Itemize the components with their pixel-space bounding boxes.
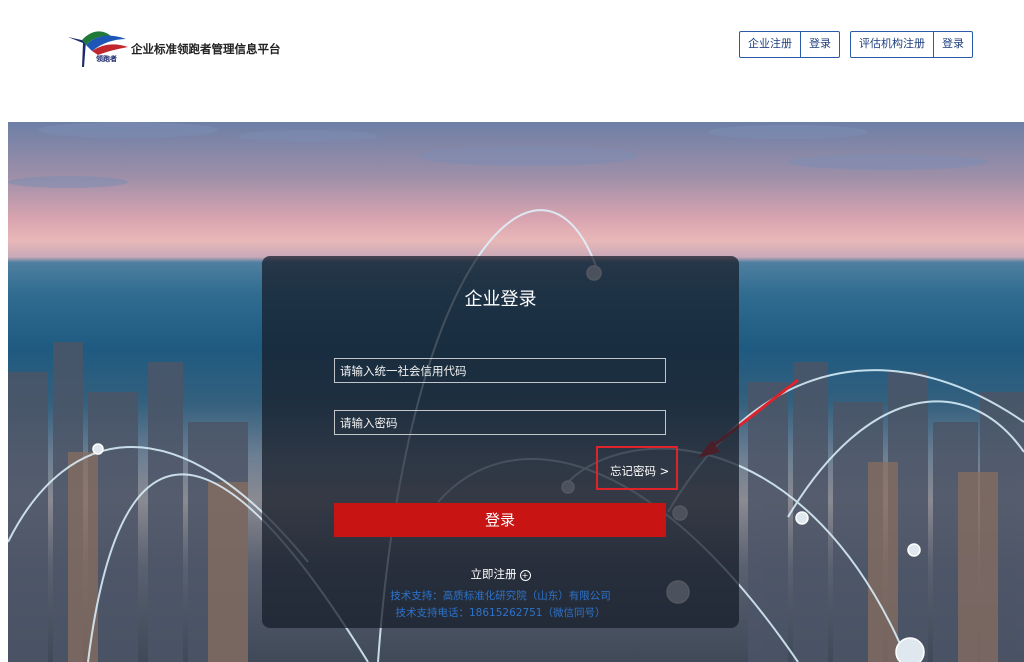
logo-subtitle: 领跑者 (96, 55, 117, 63)
support-phone-text: 技术支持电话：18615262751（微信同号） (395, 607, 606, 619)
register-link[interactable]: 立即注册 + (262, 566, 739, 582)
enterprise-login-button[interactable]: 登录 (800, 32, 839, 57)
enterprise-register-button[interactable]: 企业注册 (740, 32, 800, 57)
site-title: 企业标准领跑者管理信息平台 (131, 42, 281, 56)
enterprise-button-group: 企业注册 登录 (739, 31, 840, 58)
password-input[interactable] (334, 410, 666, 435)
agency-register-button[interactable]: 评估机构注册 (851, 32, 933, 57)
agency-login-button[interactable]: 登录 (933, 32, 972, 57)
forgot-password-highlight-box (596, 446, 678, 490)
support-company-text: 技术支持：高质标准化研究院（山东）有限公司 (390, 590, 611, 602)
register-label: 立即注册 (470, 567, 517, 581)
agency-button-group: 评估机构注册 登录 (850, 31, 973, 58)
login-card: 企业登录 忘记密码 > 登录 立即注册+ 技术支持：高质标准化研究院（山东）有限… (262, 256, 739, 628)
login-button[interactable]: 登录 (334, 503, 666, 537)
flag-logo-icon[interactable] (64, 27, 134, 71)
login-title: 企业登录 (464, 289, 537, 310)
header: 领跑者 企业标准领跑者管理信息平台 企业注册 登录 评估机构注册 登录 (0, 0, 1024, 122)
page: 领跑者 企业标准领跑者管理信息平台 企业注册 登录 评估机构注册 登录 企业登录… (0, 0, 1024, 662)
plus-circle-icon: + (519, 570, 531, 581)
credit-code-input[interactable] (334, 358, 666, 383)
